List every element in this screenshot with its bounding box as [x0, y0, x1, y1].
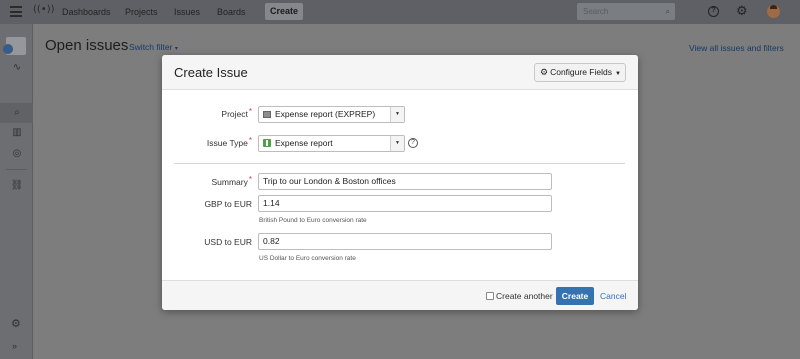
required-marker: * — [248, 175, 252, 184]
nav-projects[interactable]: Projects — [125, 7, 158, 17]
cancel-link[interactable]: Cancel — [600, 291, 626, 301]
sidebar: ∿ ⌕ ▥ ◎ ⛓ ⚙ » — [0, 24, 33, 359]
project-settings-icon[interactable]: ⚙ — [11, 317, 21, 330]
project-select[interactable]: Expense report (EXPREP) ▼ — [258, 106, 405, 123]
chevron-down-icon: ▼ — [614, 71, 621, 77]
gear-icon[interactable]: ⚙ — [736, 4, 748, 19]
issue-type-label-text: Issue Type — [206, 138, 248, 148]
create-issue-dialog: Create Issue ⚙ Configure Fields ▼ Project*… — [162, 55, 638, 310]
create-button[interactable]: Create — [556, 287, 594, 305]
broadcast-logo-icon[interactable]: ((•)) — [33, 4, 55, 20]
summary-input[interactable]: Trip to our London & Boston offices — [258, 173, 552, 190]
configure-fields-label: Configure Fields — [550, 67, 612, 77]
search-placeholder: Search — [583, 7, 609, 16]
project-label-text: Project — [221, 109, 248, 119]
issue-type-select[interactable]: Expense report ▼ — [258, 135, 405, 152]
chevron-down-icon[interactable]: ▼ — [390, 136, 404, 151]
usd-to-eur-hint: US Dollar to Euro conversion rate — [259, 255, 356, 262]
help-icon[interactable]: ? — [708, 6, 719, 17]
link-icon[interactable]: ⛓ — [10, 180, 24, 191]
nav-create-button[interactable]: Create — [265, 3, 303, 20]
dialog-title: Create Issue — [174, 65, 248, 80]
issues-search-icon[interactable]: ⌕ — [10, 107, 24, 118]
create-another-checkbox[interactable] — [486, 292, 494, 300]
required-marker: * — [248, 107, 252, 116]
usd-to-eur-label: USD to EUR — [204, 237, 252, 247]
sidebar-divider — [6, 169, 27, 170]
dialog-footer: Create another Create Cancel — [162, 280, 638, 310]
project-value: Expense report (EXPREP) — [275, 109, 376, 119]
switch-filter-link[interactable]: Switch filter ▾ — [129, 42, 178, 52]
chevron-down-icon[interactable]: ▼ — [390, 107, 404, 122]
gear-icon: ⚙ — [540, 68, 549, 78]
dialog-header: Create Issue ⚙ Configure Fields ▼ — [162, 55, 638, 90]
usd-to-eur-input[interactable]: 0.82 — [258, 233, 552, 250]
menu-icon[interactable] — [10, 6, 22, 17]
issue-type-value: Expense report — [275, 138, 333, 148]
nav-dashboards[interactable]: Dashboards — [62, 7, 111, 17]
reports-icon[interactable]: ▥ — [10, 127, 24, 138]
summary-label: Summary* — [162, 175, 253, 187]
project-icon — [263, 111, 271, 118]
issue-type-label: Issue Type* — [162, 136, 252, 148]
project-avatar[interactable] — [3, 37, 26, 55]
nav-issues[interactable]: Issues — [174, 7, 200, 17]
gbp-to-eur-input[interactable]: 1.14 — [258, 195, 552, 212]
activity-icon[interactable]: ∿ — [10, 62, 24, 73]
top-navigation: ((•)) Dashboards Projects Issues Boards … — [0, 0, 800, 24]
project-label: Project* — [162, 107, 252, 119]
help-icon[interactable]: ? — [408, 138, 418, 148]
nav-boards[interactable]: Boards — [217, 7, 246, 17]
gbp-to-eur-hint: British Pound to Euro conversion rate — [259, 217, 367, 224]
search-icon[interactable]: ⌕ — [666, 3, 670, 20]
summary-label-text: Summary — [211, 177, 248, 187]
gbp-to-eur-label: GBP to EUR — [204, 199, 252, 209]
expand-sidebar-icon[interactable]: » — [12, 341, 17, 351]
avatar[interactable] — [767, 5, 780, 18]
configure-fields-button[interactable]: ⚙ Configure Fields ▼ — [534, 63, 626, 82]
view-all-issues-link[interactable]: View all issues and filters — [689, 43, 784, 53]
form-divider — [174, 163, 625, 164]
switch-filter-label: Switch filter — [129, 42, 173, 52]
required-marker: * — [248, 136, 252, 145]
create-another-label[interactable]: Create another — [496, 291, 553, 301]
search-input[interactable]: Search ⌕ — [577, 3, 675, 20]
expense-report-icon — [263, 139, 271, 147]
page-title: Open issues — [45, 37, 129, 54]
components-icon[interactable]: ◎ — [10, 148, 24, 159]
